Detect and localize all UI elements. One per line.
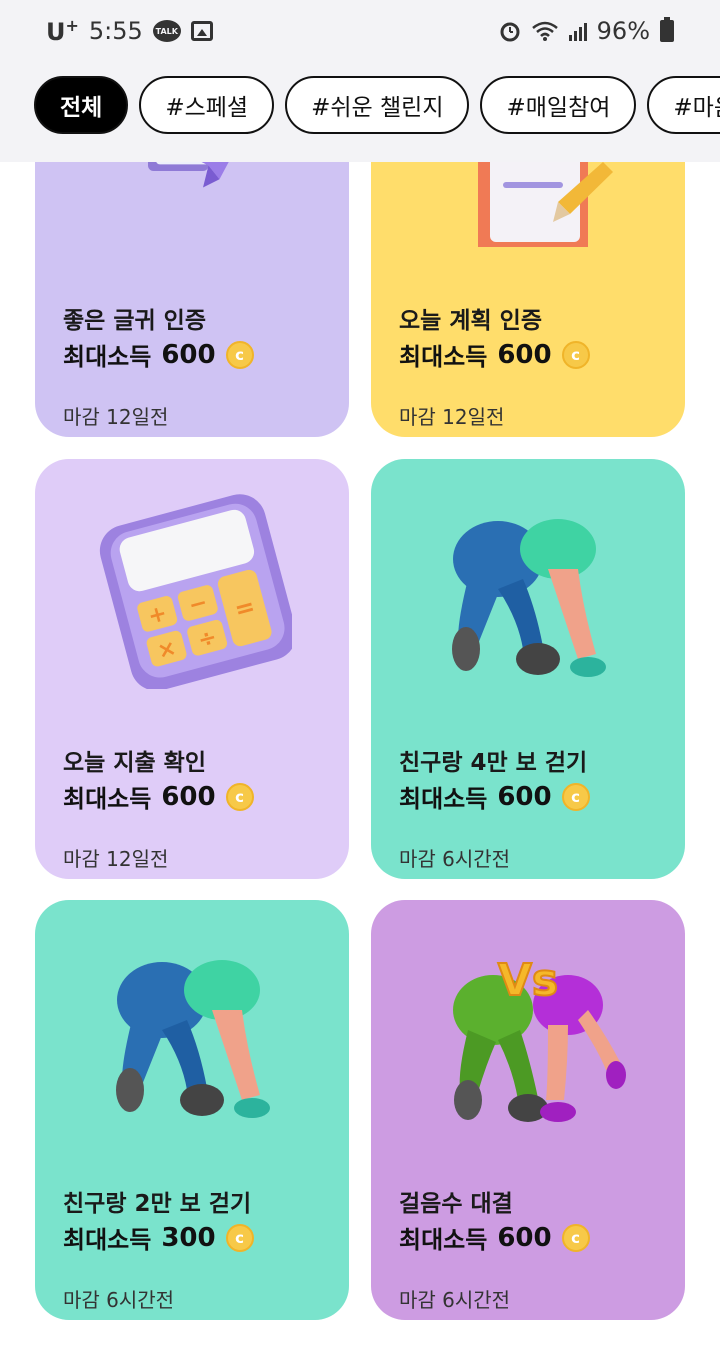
reward-label: 최대소득	[63, 785, 152, 813]
reward-value: 600	[497, 1222, 552, 1253]
coin-icon: c	[561, 782, 590, 811]
challenge-card[interactable]: Vs 걸음수 대결 최대소득 600 c 마감 6시간전	[371, 900, 685, 1320]
clock: 5:55	[88, 17, 143, 45]
challenge-card[interactable]: + − × ÷ = 오늘 지출 확인 최대소득 600 c 마감 12일전	[35, 459, 349, 879]
battery-percent: 96%	[596, 17, 650, 45]
reward-label: 최대소득	[399, 785, 488, 813]
status-bar: U+ 5:55 TALK 96%	[0, 0, 720, 62]
deadline-text: 마감 6시간전	[399, 847, 511, 871]
status-right: 96%	[499, 17, 674, 45]
wifi-icon	[531, 20, 559, 42]
chip-all[interactable]: 전체	[34, 76, 129, 134]
reward-row: 최대소득 600 c	[63, 779, 254, 814]
svg-text:Vs: Vs	[498, 955, 558, 1006]
coin-icon: c	[561, 1223, 590, 1252]
reward-value: 600	[161, 781, 216, 812]
reward-value: 300	[161, 1222, 216, 1253]
challenge-title: 친구랑 2만 보 걷기	[63, 1191, 252, 1217]
status-left: U+ 5:55 TALK	[46, 16, 213, 46]
reward-row: 최대소득 600 c	[399, 779, 590, 814]
deadline-text: 마감 6시간전	[63, 1288, 175, 1312]
challenge-title: 걸음수 대결	[399, 1191, 513, 1217]
reward-label: 최대소득	[399, 343, 488, 371]
challenge-card[interactable]: 친구랑 2만 보 걷기 최대소득 300 c 마감 6시간전	[35, 900, 349, 1320]
coin-icon: c	[225, 782, 254, 811]
carrier-label: U+	[46, 16, 79, 46]
filter-chip-bar: 전체 #스페셜 #쉬운 챌린지 #매일참여 #마음 실	[0, 62, 720, 162]
chip-daily[interactable]: #매일참여	[480, 76, 637, 134]
gallery-icon	[190, 21, 213, 41]
challenge-title: 오늘 계획 인증	[399, 308, 542, 334]
kakaotalk-icon: TALK	[152, 20, 181, 42]
reward-label: 최대소득	[63, 343, 152, 371]
signal-icon	[568, 21, 587, 41]
challenge-title: 좋은 글귀 인증	[63, 308, 206, 334]
reward-value: 600	[497, 339, 552, 370]
reward-row: 최대소득 300 c	[63, 1220, 254, 1255]
reward-row: 최대소득 600 c	[399, 337, 590, 372]
versus-legs-icon: Vs	[453, 954, 626, 1122]
challenge-grid: 좋은 글귀 인증 최대소득 600 c 마감 12일전 오늘 계획 인증 최대소…	[0, 0, 720, 1348]
chip-special[interactable]: #스페셜	[139, 76, 275, 134]
deadline-text: 마감 12일전	[63, 847, 169, 871]
chip-mind[interactable]: #마음 실	[647, 76, 720, 134]
reward-label: 최대소득	[399, 1226, 488, 1254]
challenge-title: 오늘 지출 확인	[63, 750, 206, 776]
chip-easy-challenge[interactable]: #쉬운 챌린지	[285, 76, 470, 134]
challenge-title: 친구랑 4만 보 걷기	[399, 750, 588, 776]
reward-label: 최대소득	[63, 1226, 152, 1254]
coin-icon: c	[561, 340, 590, 369]
deadline-text: 마감 12일전	[399, 405, 505, 429]
challenge-card[interactable]: 친구랑 4만 보 걷기 최대소득 600 c 마감 6시간전	[371, 459, 685, 879]
calculator-icon: + − × ÷ =	[99, 494, 292, 689]
battery-icon	[660, 17, 674, 42]
reward-row: 최대소득 600 c	[63, 337, 254, 372]
coin-icon: c	[225, 1223, 254, 1252]
walking-legs-icon	[116, 960, 270, 1118]
deadline-text: 마감 6시간전	[399, 1288, 511, 1312]
reward-row: 최대소득 600 c	[399, 1220, 590, 1255]
alarm-icon	[499, 20, 521, 42]
deadline-text: 마감 12일전	[63, 405, 169, 429]
reward-value: 600	[161, 339, 216, 370]
filter-chip-list: 전체 #스페셜 #쉬운 챌린지 #매일참여 #마음 실	[34, 76, 720, 134]
coin-icon: c	[225, 340, 254, 369]
reward-value: 600	[497, 781, 552, 812]
walking-legs-icon	[452, 519, 606, 677]
